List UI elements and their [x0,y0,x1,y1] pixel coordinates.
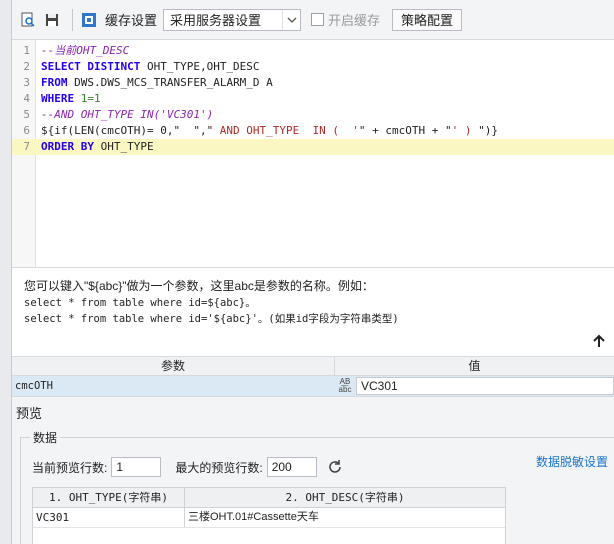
code-text: ORDER BY OHT_TYPE [41,139,154,155]
preview-table-header: 1. OHT_TYPE(字符串) 2. OHT_DESC(字符串) [33,488,505,508]
hint-line-2: select * from table where id=${abc}。 [24,297,256,309]
cell-oht-type: VC301 [33,508,185,527]
cache-mode-select[interactable]: 采用服务器设置 [163,8,302,31]
code-token: ")} [478,124,498,137]
code-line[interactable]: 2 SELECT DISTINCT OHT_TYPE,OHT_DESC [12,59,614,75]
toolbar: 缓存设置 采用服务器设置 开启缓存 策略配置 [12,0,614,40]
refresh-icon[interactable] [327,459,343,475]
code-line[interactable]: 3 FROM DWS.DWS_MCS_TRANSFER_ALARM_D A [12,75,614,91]
line-number: 3 [23,76,30,89]
code-token: SELECT DISTINCT [41,60,141,73]
code-text: ${if(LEN(cmcOTH)= 0," "," AND OHT_TYPE I… [41,123,498,139]
code-line[interactable]: 1 --当前OHT_DESC [12,43,614,59]
column-header-oht-desc[interactable]: 2. OHT_DESC(字符串) [185,488,505,507]
strategy-config-button[interactable]: 策略配置 [392,8,463,31]
enable-cache-checkbox[interactable] [311,13,325,26]
code-token: OHT_TYPE,OHT_DESC [140,60,260,73]
current-rows-input[interactable]: 1 [111,457,162,477]
cache-icon [79,10,99,30]
cache-settings-label: 缓存设置 [105,13,158,28]
value-column-header: 值 [334,357,614,375]
param-name: cmcOTH [15,380,53,392]
parameter-table-header: 参数 值 [12,356,614,376]
preview-panel: 预览 数据 数据脱敏设置 当前预览行数: 1 最大的预览行数: 200 1. O… [12,396,614,544]
code-text: FROM DWS.DWS_MCS_TRANSFER_ALARM_D A [41,75,273,91]
hint-line-1: 您可以键入"${abc}"做为一个参数，这里abc是参数的名称。例如： [24,279,374,293]
line-number: 4 [23,92,30,105]
code-token: ${if(LEN(cmcOTH)= 0," "," [41,124,214,137]
save-icon[interactable] [42,10,62,30]
hint-line-3: select * from table where id='${abc}'。(如… [24,313,399,325]
preview-icon[interactable] [18,10,38,30]
sql-dataset-editor: 缓存设置 采用服务器设置 开启缓存 策略配置 1 --当前OHT_DESC 2 SEL… [0,0,614,544]
param-value-input[interactable]: VC301 [356,377,614,395]
max-rows-input[interactable]: 200 [266,457,317,477]
parameter-hint: 您可以键入"${abc}"做为一个参数，这里abc是参数的名称。例如： sele… [12,268,614,356]
code-token: FROM [41,76,68,89]
line-number: 2 [23,60,30,73]
code-text: WHERE 1=1 [41,91,101,107]
toolbar-separator [72,8,73,31]
code-token: --AND OHT_TYPE IN('VC301') [41,108,214,121]
param-column-header: 参数 [160,359,185,373]
code-token: DWS.DWS_MCS_TRANSFER_ALARM_D A [67,76,273,89]
left-panel-edge [0,0,12,544]
arrow-up-icon[interactable] [592,334,606,348]
code-text: SELECT DISTINCT OHT_TYPE,OHT_DESC [41,59,260,75]
current-rows-label: 当前预览行数: [32,460,108,475]
code-line[interactable]: 4 WHERE 1=1 [12,91,614,107]
text-type-icon[interactable]: A͟B abc [334,378,356,394]
table-row[interactable]: VC301 三楼OHT.01#Cassette天车 [33,508,505,528]
max-rows-label: 最大的预览行数: [175,460,263,475]
data-group-label: 数据 [30,429,61,446]
cell-oht-desc: 三楼OHT.01#Cassette天车 [188,511,319,523]
code-text: --AND OHT_TYPE IN('VC301') [41,107,213,123]
code-line[interactable]: 6 ${if(LEN(cmcOTH)= 0," "," AND OHT_TYPE … [12,123,614,139]
code-token: " + cmcOTH + " [358,124,452,137]
code-token: AND OHT_TYPE IN ( ' [213,124,359,137]
preview-row-controls: 当前预览行数: 1 最大的预览行数: 200 [32,457,343,477]
desensitize-settings-link[interactable]: 数据脱敏设置 [536,453,608,470]
line-number: 1 [23,44,30,57]
code-line[interactable]: 7 ORDER BY OHT_TYPE [12,139,614,155]
line-number: 6 [23,124,30,137]
code-token: ' ) [451,124,479,137]
enable-cache-label: 开启缓存 [328,13,381,28]
chevron-down-icon[interactable] [282,9,300,30]
preview-table: 1. OHT_TYPE(字符串) 2. OHT_DESC(字符串) VC301 … [32,487,506,544]
preview-title: 预览 [16,406,43,421]
line-number: 5 [23,108,30,121]
code-line[interactable]: 5 --AND OHT_TYPE IN('VC301') [12,107,614,123]
column-header-oht-type[interactable]: 1. OHT_TYPE(字符串) [33,488,185,507]
cache-mode-value: 采用服务器设置 [170,13,262,28]
code-token: 1=1 [74,92,101,105]
parameter-row[interactable]: cmcOTH A͟B abc VC301 [12,376,614,396]
code-token: WHERE [41,92,75,105]
code-token: OHT_TYPE [93,140,154,153]
code-token: ORDER BY [41,140,94,153]
sql-editor[interactable]: 1 --当前OHT_DESC 2 SELECT DISTINCT OHT_TYPE,O… [12,40,614,268]
code-token: --当前OHT_DESC [41,44,130,57]
code-text: --当前OHT_DESC [41,43,129,59]
line-number: 7 [23,140,30,153]
